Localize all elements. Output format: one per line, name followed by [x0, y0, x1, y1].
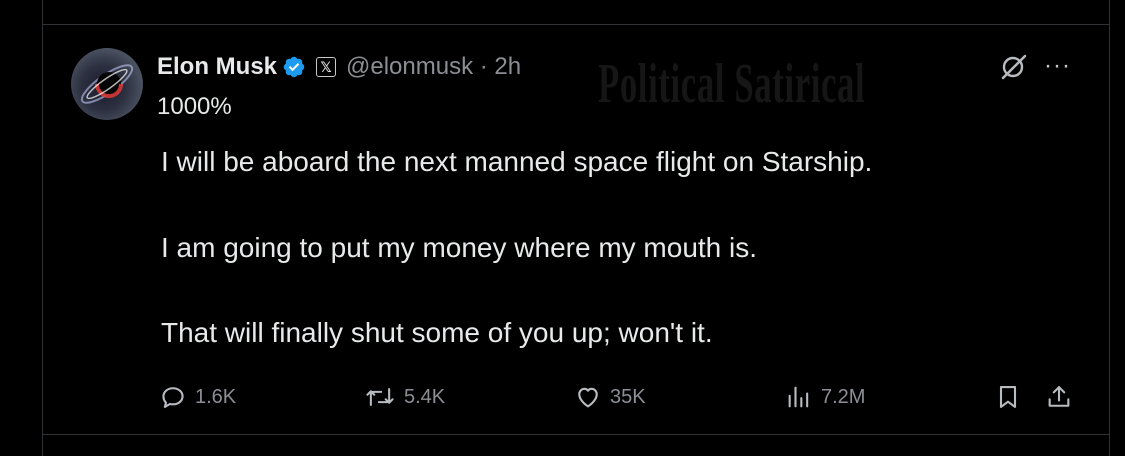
tweet-text-line: That will finally shut some of you up; w… [161, 317, 713, 348]
avatar[interactable] [71, 48, 143, 120]
views-chart-icon [788, 386, 809, 408]
watermark: Political Satirical [598, 53, 866, 115]
more-options-button[interactable]: ··· [1044, 52, 1071, 80]
grok-icon[interactable] [998, 52, 1028, 82]
share-icon [1048, 386, 1070, 407]
reply-button[interactable]: 1.6K [159, 383, 236, 411]
repost-button[interactable]: 5.4K [364, 383, 445, 411]
bookmark-button[interactable] [994, 383, 1030, 411]
tweet-text-line: I am going to put my money where my mout… [161, 232, 758, 263]
bookmark-icon [999, 386, 1017, 408]
like-count: 35K [610, 385, 646, 408]
divider-bottom [42, 434, 1110, 435]
heart-icon [578, 387, 598, 408]
tweet-text-line: I will be aboard the next manned space f… [161, 146, 873, 177]
action-bar: 1.6K 5.4K 35K 7.2M [0, 378, 1125, 418]
tweet-header: Elon Musk 𝕏 @elonmusk · 2h [157, 50, 521, 84]
views-button[interactable]: 7.2M [785, 383, 865, 411]
tweet-quote-text: 1000% [157, 93, 232, 120]
reply-count: 1.6K [195, 385, 237, 408]
avatar-blackhole-icon [80, 64, 134, 104]
x-logo-icon[interactable]: 𝕏 [316, 57, 337, 77]
divider-top [42, 24, 1110, 25]
share-button[interactable] [1045, 383, 1081, 411]
views-count: 7.2M [821, 385, 866, 408]
like-button[interactable]: 35K [574, 383, 646, 411]
reply-icon [162, 387, 184, 408]
repost-count: 5.4K [404, 385, 446, 408]
verified-badge-icon[interactable] [282, 55, 306, 79]
handle-and-time[interactable]: @elonmusk · 2h [346, 53, 521, 81]
author-name[interactable]: Elon Musk [157, 53, 277, 81]
repost-icon [366, 387, 394, 407]
